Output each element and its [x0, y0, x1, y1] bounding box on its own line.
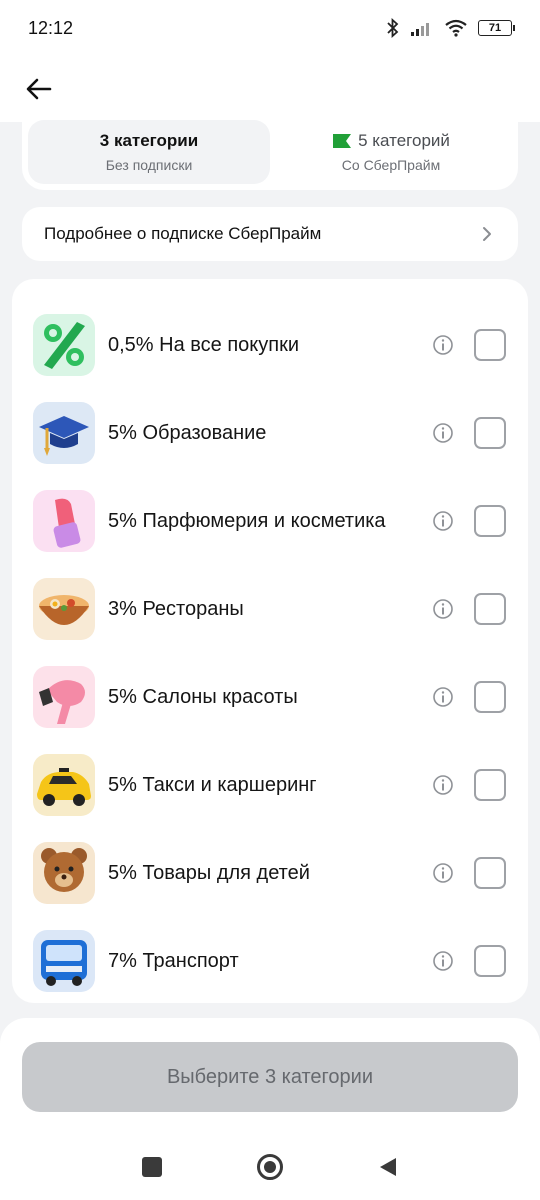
- bottom-sheet: Выберите 3 категории: [0, 1018, 540, 1200]
- list-item[interactable]: 5% Салоны красоты: [12, 653, 528, 741]
- list-item[interactable]: 5% Товары для детей: [12, 829, 528, 917]
- category-checkbox[interactable]: [474, 857, 506, 889]
- bluetooth-icon: [387, 18, 399, 38]
- graduation-cap-icon: [33, 402, 95, 464]
- info-icon[interactable]: [432, 686, 454, 708]
- system-nav-bar: [0, 1134, 540, 1200]
- info-icon[interactable]: [432, 334, 454, 356]
- category-label: 5% Парфюмерия и косметика: [108, 509, 386, 532]
- category-checkbox[interactable]: [474, 417, 506, 449]
- category-checkbox[interactable]: [474, 593, 506, 625]
- chevron-right-icon: [483, 227, 491, 241]
- category-checkbox[interactable]: [474, 329, 506, 361]
- recents-icon[interactable]: [142, 1157, 162, 1177]
- tab-without-subscription[interactable]: 3 категории Без подписки: [28, 120, 270, 184]
- battery-icon: 71: [478, 20, 515, 36]
- tab-title: 5 категорий: [358, 131, 450, 150]
- status-bar: 12:12 71: [0, 0, 540, 56]
- status-time: 12:12: [28, 17, 74, 38]
- category-label: 0,5% На все покупки: [108, 333, 300, 356]
- category-label: 5% Образование: [108, 421, 267, 444]
- list-item[interactable]: 3% Рестораны: [12, 565, 528, 653]
- category-label: 3% Рестораны: [108, 597, 244, 620]
- tab-sberprime[interactable]: 5 категорий Со СберПрайм: [270, 120, 512, 184]
- sberprime-details-label: Подробнее о подписке СберПрайм: [44, 224, 322, 243]
- list-item[interactable]: 0,5% На все покупки: [12, 301, 528, 389]
- tab-subtitle: Без подписки: [105, 157, 193, 173]
- signal-icon: [411, 23, 429, 36]
- taxi-car-icon: [33, 754, 95, 816]
- category-checkbox[interactable]: [474, 945, 506, 977]
- info-icon[interactable]: [432, 862, 454, 884]
- status-icons: 71: [386, 18, 515, 38]
- info-icon[interactable]: [432, 422, 454, 444]
- tab-title: 3 категории: [99, 131, 199, 150]
- tab-subtitle: Со СберПрайм: [341, 157, 441, 173]
- category-checkbox[interactable]: [474, 769, 506, 801]
- food-bowl-icon: [33, 578, 95, 640]
- percent-icon: [33, 314, 95, 376]
- back-button[interactable]: [22, 72, 56, 106]
- subscription-tabs: 3 категории Без подписки 5 категорий Со …: [22, 112, 518, 190]
- category-list: 0,5% На все покупки 5% Образование 5% Па…: [12, 279, 528, 1003]
- info-icon[interactable]: [432, 510, 454, 532]
- list-item[interactable]: 7% Транспорт: [12, 917, 528, 1005]
- sberprime-flag-icon: [333, 134, 352, 148]
- teddy-bear-icon: [33, 842, 95, 904]
- category-checkbox[interactable]: [474, 505, 506, 537]
- category-label: 5% Салоны красоты: [108, 685, 298, 708]
- info-icon[interactable]: [432, 598, 454, 620]
- back-triangle-icon[interactable]: [378, 1156, 398, 1178]
- hair-dryer-icon: [33, 666, 95, 728]
- battery-level: 71: [488, 22, 502, 34]
- category-checkbox[interactable]: [474, 681, 506, 713]
- select-categories-button[interactable]: Выберите 3 категории: [22, 1042, 518, 1112]
- list-item[interactable]: 5% Парфюмерия и косметика: [12, 477, 528, 565]
- lipstick-icon: [33, 490, 95, 552]
- tab-title-row: 5 категорий: [332, 131, 450, 151]
- wifi-icon: [445, 19, 467, 37]
- info-icon[interactable]: [432, 774, 454, 796]
- list-item[interactable]: 5% Такси и каршеринг: [12, 741, 528, 829]
- category-label: 5% Товары для детей: [108, 861, 310, 884]
- bus-icon: [33, 930, 95, 992]
- sberprime-details-link[interactable]: Подробнее о подписке СберПрайм: [22, 207, 518, 261]
- select-categories-label: Выберите 3 категории: [166, 1065, 374, 1088]
- category-label: 7% Транспорт: [108, 949, 239, 972]
- category-label: 5% Такси и каршеринг: [108, 773, 317, 796]
- info-icon[interactable]: [432, 950, 454, 972]
- arrow-left-icon: [26, 78, 52, 100]
- home-icon[interactable]: [257, 1154, 283, 1180]
- list-item[interactable]: 5% Образование: [12, 389, 528, 477]
